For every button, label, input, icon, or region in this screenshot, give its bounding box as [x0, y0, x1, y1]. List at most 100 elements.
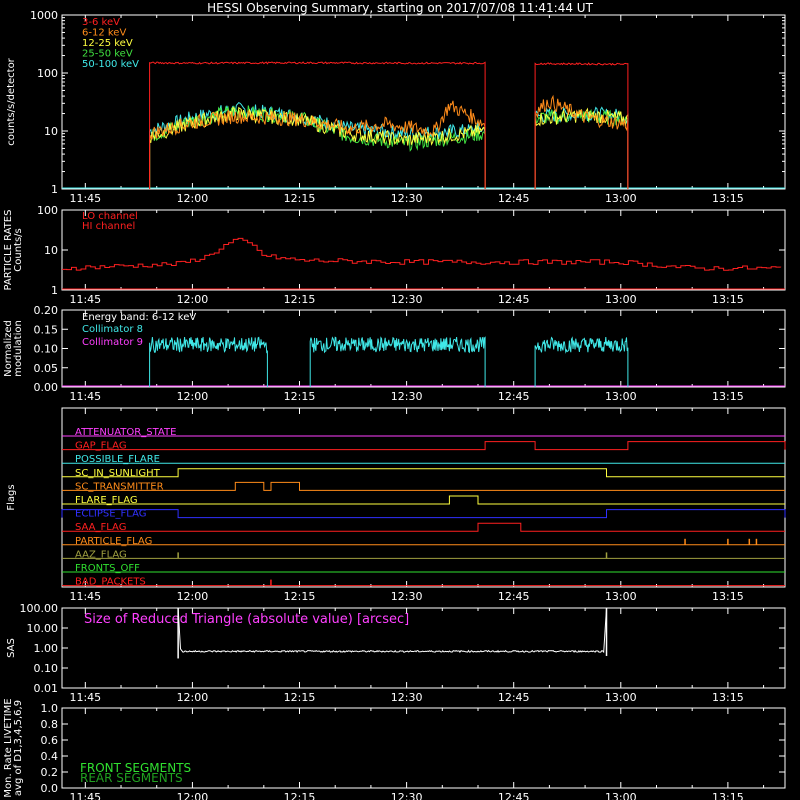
x-tick-label: 12:00: [177, 192, 209, 205]
x-tick-label: 12:45: [498, 293, 530, 306]
legend-entry: REAR SEGMENTS: [80, 771, 183, 785]
y-tick-label: 1000: [30, 9, 58, 22]
y-tick-label: 0.10: [34, 662, 59, 675]
y-axis-label: Flags: [6, 484, 17, 510]
x-tick-label: 13:15: [712, 590, 744, 603]
x-tick-label: 13:15: [712, 691, 744, 704]
y-tick-label: 1: [51, 284, 58, 297]
series-line-Collimator-8: [149, 336, 268, 387]
x-tick-label: 11:45: [69, 293, 101, 306]
y-tick-label: 0.4: [41, 750, 59, 763]
x-tick-label: 13:15: [712, 192, 744, 205]
panel-count-rates: 11:45 12:00 12:15 12:30 12:45 13:00 13:15 1 10 10…: [6, 9, 786, 205]
y-tick-label: 0.15: [34, 323, 59, 336]
flag-line: [62, 495, 785, 505]
x-tick-label: 12:30: [391, 390, 423, 403]
legend-entry: HI channel: [82, 221, 135, 232]
flag-line: [62, 481, 785, 491]
y-axis-label: modulation: [13, 320, 24, 377]
x-tick-label: 12:15: [284, 192, 316, 205]
x-tick-label: 13:00: [605, 791, 637, 800]
legend-entry: 3-6 keV: [82, 17, 120, 28]
x-tick-label: 12:45: [498, 390, 530, 403]
x-tick-label: 12:30: [391, 590, 423, 603]
x-tick-label: 13:00: [605, 192, 637, 205]
x-tick-label: 12:00: [177, 590, 209, 603]
annotation: Energy band: 6-12 keV: [82, 312, 196, 323]
x-tick-label: 12:15: [284, 691, 316, 704]
legend-entry: 12-25 keV: [82, 38, 133, 49]
panel-flags: 11:45 12:00 12:15 12:30 12:45 13:00 13:15 Flags…: [6, 407, 786, 603]
y-tick-label: 0.01: [34, 682, 59, 695]
x-tick-label: 12:15: [284, 791, 316, 800]
y-tick-label: 100: [37, 204, 58, 217]
x-tick-label: 13:00: [605, 293, 637, 306]
x-tick-label: 12:30: [391, 192, 423, 205]
y-tick-label: 10: [44, 244, 58, 257]
series-line-HI-channel: [62, 237, 782, 271]
x-tick-label: 12:15: [284, 590, 316, 603]
y-tick-label: 1: [51, 183, 58, 196]
y-tick-label: 0.20: [34, 304, 59, 317]
series-line-6-12-keV: [149, 100, 486, 189]
legend-entry: Collimator 9: [82, 337, 143, 348]
panel-frame: [61, 209, 786, 291]
hessi-summary-plot: HESSI Observing Summary, starting on 201…: [3, 1, 786, 800]
y-tick-label: 100: [37, 67, 58, 80]
flag-line: [61, 509, 786, 519]
legend-entry: 25-50 keV: [82, 49, 133, 60]
y-tick-label: 0.6: [41, 734, 59, 747]
series-line-Collimator-8: [309, 336, 486, 387]
x-tick-label: 12:45: [498, 691, 530, 704]
x-tick-label: 12:45: [498, 791, 530, 800]
x-tick-label: 13:00: [605, 590, 637, 603]
panel-particle-rates: 11:45 12:00 12:15 12:30 12:45 13:00 13:15 1 10 10…: [3, 204, 786, 306]
x-tick-label: 12:00: [177, 390, 209, 403]
y-tick-label: 1.00: [34, 642, 59, 655]
x-tick-label: 13:15: [712, 390, 744, 403]
x-tick-label: 12:15: [284, 293, 316, 306]
series-line-Collimator-8: [534, 336, 629, 387]
x-tick-label: 11:45: [69, 590, 101, 603]
flag-line: [62, 522, 785, 532]
legend-entry: 50-100 keV: [82, 59, 139, 70]
x-tick-label: 13:00: [605, 390, 637, 403]
panel-sas: 11:45 12:00 12:15 12:30 12:45 13:00 13:15 0.01 0…: [6, 602, 786, 704]
panel-livetime: 11:45 12:00 12:15 12:30 12:45 13:00 13:15 0.0 0.…: [3, 698, 786, 800]
y-tick-label: 0.0: [41, 782, 59, 795]
flag-label: ECLIPSE_FLAG: [75, 509, 146, 520]
y-axis-label: counts/s/detector: [6, 57, 17, 145]
x-tick-label: 11:45: [69, 791, 101, 800]
y-tick-label: 0.2: [41, 766, 59, 779]
y-tick-label: 100.00: [20, 602, 59, 615]
y-tick-label: 0.00: [34, 381, 59, 394]
x-tick-label: 12:45: [498, 590, 530, 603]
x-tick-label: 11:45: [69, 691, 101, 704]
x-tick-label: 13:00: [605, 691, 637, 704]
y-tick-label: 10.00: [27, 622, 59, 635]
x-tick-label: 12:00: [177, 293, 209, 306]
x-tick-label: 12:15: [284, 390, 316, 403]
x-tick-label: 11:45: [69, 192, 101, 205]
y-axis-label: Counts/s: [13, 228, 24, 272]
y-tick-label: 1.0: [41, 702, 59, 715]
panel-frame: [61, 14, 786, 190]
y-tick-label: 10: [44, 125, 58, 138]
legend-entry: 6-12 keV: [82, 28, 126, 39]
page-title: HESSI Observing Summary, starting on 201…: [207, 1, 593, 15]
x-tick-label: 12:30: [391, 293, 423, 306]
y-tick-label: 0.05: [34, 362, 59, 375]
x-tick-label: 12:30: [391, 791, 423, 800]
y-axis-label: avg of D1,3,4,5,6,9: [13, 700, 24, 796]
y-tick-label: 0.10: [34, 343, 59, 356]
annotation: Size of Reduced Triangle (absolute value…: [84, 612, 409, 627]
legend-entry: Collimator 8: [82, 324, 143, 335]
y-tick-label: 0.8: [41, 718, 59, 731]
x-tick-label: 12:30: [391, 691, 423, 704]
y-axis-label: SAS: [6, 638, 17, 658]
panel-modulation: 11:45 12:00 12:15 12:30 12:45 13:00 13:15 0.00 0…: [3, 304, 786, 403]
flag-line: [62, 441, 786, 451]
flag-line: [62, 468, 785, 478]
x-tick-label: 13:15: [712, 293, 744, 306]
x-tick-label: 12:00: [177, 691, 209, 704]
